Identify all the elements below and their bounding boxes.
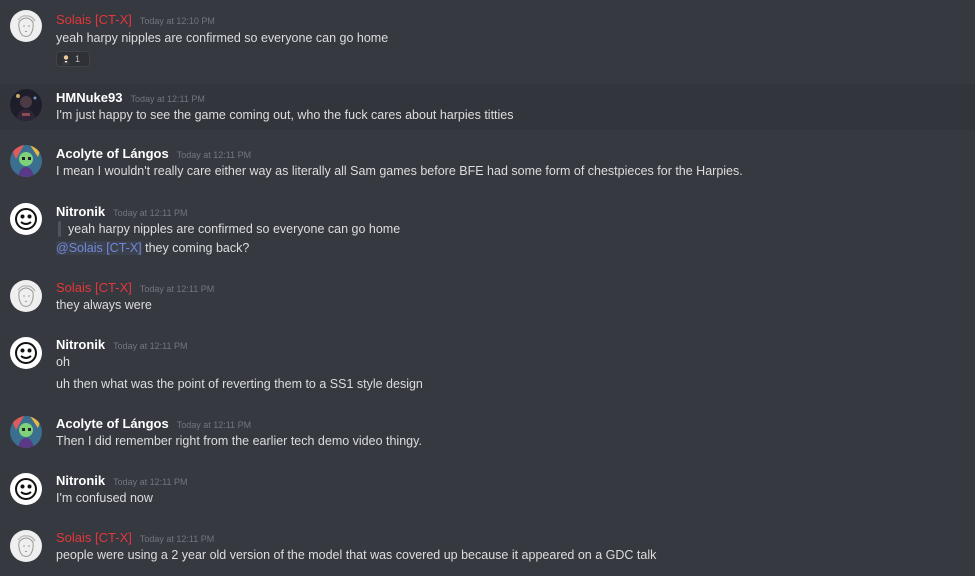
- author-name[interactable]: Nitronik: [56, 204, 105, 219]
- author-name[interactable]: Solais [CT-X]: [56, 12, 132, 27]
- author-name[interactable]: Solais [CT-X]: [56, 280, 132, 295]
- message-text: yeah harpy nipples are confirmed so ever…: [56, 31, 389, 45]
- nitronik-avatar[interactable]: [10, 473, 42, 505]
- message-solais-2: Solais [CT-X] Today at 12:11 PM they alwa…: [0, 274, 975, 322]
- solais-avatar[interactable]: [10, 530, 42, 562]
- person-emoji-icon: [60, 53, 72, 65]
- message-solais-3: Solais [CT-X] Today at 12:11 PM people we…: [0, 524, 975, 576]
- author-name[interactable]: Solais [CT-X]: [56, 530, 132, 545]
- timestamp: Today at 12:11 PM: [139, 284, 215, 294]
- timestamp: Today at 12:11 PM: [113, 341, 188, 351]
- nitronik-avatar[interactable]: [10, 337, 42, 369]
- author-name[interactable]: Nitronik: [56, 337, 105, 352]
- message-solais-1: Solais [CT-X] Today at 12:10 PM yeah harp…: [0, 0, 975, 78]
- nitronik-avatar[interactable]: [10, 203, 42, 235]
- reaction-count: 1: [75, 54, 81, 64]
- timestamp: Today at 12:11 PM: [139, 534, 215, 544]
- reaction-button[interactable]: 1: [56, 51, 90, 67]
- message-acolyte-1: Acolyte of Lángos Today at 12:11 PM I mea…: [0, 140, 975, 188]
- timestamp: Today at 12:10 PM: [139, 16, 215, 26]
- user-mention[interactable]: @Solais [CT-X]: [56, 241, 142, 255]
- author-name[interactable]: Nitronik: [56, 473, 105, 488]
- solais-avatar[interactable]: [10, 10, 42, 42]
- acolyte-avatar[interactable]: [10, 145, 42, 177]
- message-text: they always were: [56, 298, 152, 312]
- timestamp: Today at 12:11 PM: [176, 420, 252, 430]
- message-text-rest: they coming back?: [141, 241, 250, 255]
- message-text: I'm just happy to see the game coming ou…: [56, 108, 514, 122]
- message-nitronik-3: Nitronik Today at 12:11 PM I'm confused n…: [0, 467, 975, 515]
- timestamp: Today at 12:11 PM: [176, 150, 252, 160]
- hmnuke-avatar[interactable]: [10, 89, 42, 121]
- quote-bar: [58, 221, 61, 237]
- author-name[interactable]: HMNuke93: [56, 90, 122, 105]
- message-text: I mean I wouldn't really care either way…: [56, 164, 743, 178]
- message-nitronik-1: Nitronik Today at 12:11 PM yeah harpy nip…: [0, 198, 975, 262]
- message-text: people were using a 2 year old version o…: [56, 548, 657, 562]
- message-nitronik-2: Nitronik Today at 12:11 PM oh uh then wha…: [0, 331, 975, 399]
- message-acolyte-2: Acolyte of Lángos Today at 12:11 PM Then …: [0, 410, 975, 458]
- message-text: I'm confused now: [56, 491, 153, 505]
- timestamp: Today at 12:11 PM: [113, 208, 188, 218]
- timestamp: Today at 12:11 PM: [113, 477, 188, 487]
- solais-avatar[interactable]: [10, 280, 42, 312]
- message-hmnuke93: HMNuke93 Today at 12:11 PM I'm just happy…: [0, 84, 975, 130]
- timestamp: Today at 12:11 PM: [130, 94, 205, 104]
- acolyte-avatar[interactable]: [10, 416, 42, 448]
- author-name[interactable]: Acolyte of Lángos: [56, 146, 169, 161]
- message-text: uh then what was the point of reverting …: [56, 377, 423, 391]
- message-text: @Solais [CT-X] they coming back?: [56, 241, 249, 255]
- quote-text: yeah harpy nipples are confirmed so ever…: [68, 222, 401, 236]
- message-text: Then I did remember right from the earli…: [56, 434, 422, 448]
- message-text: oh: [56, 355, 70, 369]
- author-name[interactable]: Acolyte of Lángos: [56, 416, 169, 431]
